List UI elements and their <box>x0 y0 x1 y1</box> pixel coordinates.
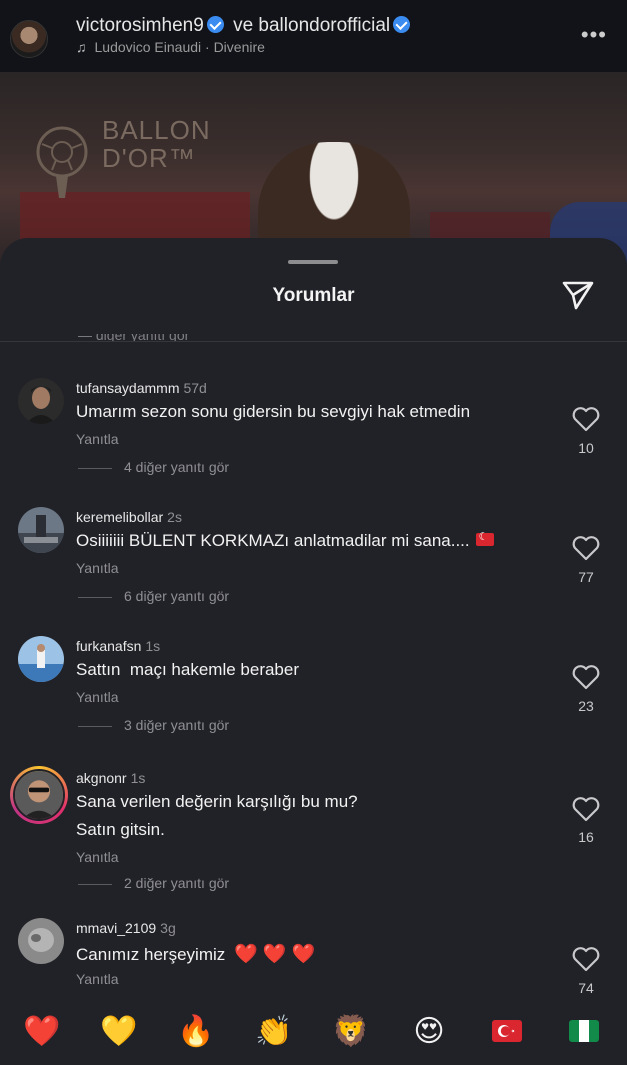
sheet-title: Yorumlar <box>272 285 355 306</box>
comment-username[interactable]: furkanafsn <box>76 638 141 654</box>
comment-text: Umarım sezon sonu gidersin bu sevgiyi ha… <box>76 402 471 421</box>
avatar[interactable] <box>18 918 64 964</box>
more-horizontal-icon[interactable]: ••• <box>581 22 607 48</box>
music-info[interactable]: ♫ Ludovico Einaudi · Divenire <box>76 39 265 55</box>
like-count: 74 <box>578 980 594 996</box>
avatar-story-ring[interactable] <box>10 766 68 824</box>
comment-text-line: Sana verilen değerin karşılığı bu mu? <box>76 792 358 811</box>
reel-header: victorosimhen9 ve ballondorofficial ♫ Lud… <box>0 0 627 72</box>
comment-time: 1s <box>145 638 161 654</box>
like-count: 10 <box>578 440 594 456</box>
like-count: 16 <box>578 829 594 845</box>
reel-authors[interactable]: victorosimhen9 ve ballondorofficial <box>76 15 414 37</box>
flag-turkey-icon[interactable] <box>492 1020 522 1042</box>
reply-button[interactable]: Yanıtla <box>76 971 119 987</box>
avatar[interactable] <box>18 636 64 682</box>
view-more-replies-label: 4 diğer yanıtı gör <box>124 459 230 475</box>
comment-username[interactable]: tufansaydammm <box>76 380 179 396</box>
emoji-reaction-bar: ❤️ 💛 🔥 👏 🦁 😍 <box>0 1000 627 1065</box>
view-more-replies[interactable]: 6 diğer yanıtı gör <box>78 588 229 604</box>
comment-time: 3g <box>160 920 176 936</box>
comment-header: mmavi_2109 3g <box>76 920 176 936</box>
view-more-replies[interactable]: 2 diğer yanıtı gör <box>78 875 229 891</box>
comment-username[interactable]: mmavi_2109 <box>76 920 156 936</box>
music-note-icon: ♫ <box>76 39 87 55</box>
sheet-drag-handle[interactable] <box>288 260 338 264</box>
comment-text: Osiiiiiii BÜLENT KORKMAZı anlatmadilar m… <box>76 530 494 551</box>
logo-text-line: D'OR™ <box>102 143 196 173</box>
verified-badge-icon <box>206 16 224 33</box>
red-heart-emoji: ❤️ ❤️ ❤️ <box>234 944 316 965</box>
comment-header: keremelibollar 2s <box>76 509 182 525</box>
like-count: 23 <box>578 698 594 714</box>
author-username[interactable]: victorosimhen9 <box>76 15 204 36</box>
heart-eyes-emoji-button[interactable]: 😍 <box>409 1012 449 1052</box>
ballon-dor-logo-icon <box>36 126 88 198</box>
comment-text-line: Canımız herşeyimiz <box>76 945 226 964</box>
divider <box>78 883 112 885</box>
reply-button[interactable]: Yanıtla <box>76 431 119 447</box>
comment-text-line: Osiiiiiii BÜLENT KORKMAZı anlatmadilar m… <box>76 531 470 550</box>
avatar[interactable] <box>18 378 64 424</box>
comment-header: furkanafsn 1s <box>76 638 160 654</box>
divider <box>78 725 112 727</box>
profile-avatar[interactable] <box>10 20 48 58</box>
music-title: Ludovico Einaudi · Divenire <box>94 39 265 55</box>
author-connector: ve <box>233 15 254 36</box>
comment-text: Sattın maçı hakemle beraber <box>76 660 300 679</box>
divider <box>78 467 112 469</box>
clapping-emoji-button[interactable]: 👏 <box>254 1012 294 1052</box>
yellow-heart-emoji-button[interactable]: 💛 <box>99 1012 139 1052</box>
lion-emoji-button[interactable]: 🦁 <box>331 1012 371 1052</box>
divider <box>78 596 112 598</box>
reply-button[interactable]: Yanıtla <box>76 560 119 576</box>
comment-username[interactable]: keremelibollar <box>76 509 163 525</box>
comments-sheet: Yorumlar — diğer yanıtı gör tufansaydamm… <box>0 238 627 1065</box>
heart-icon[interactable] <box>572 406 600 432</box>
view-more-replies-label: 6 diğer yanıtı gör <box>124 588 230 604</box>
fire-emoji-button[interactable]: 🔥 <box>176 1012 216 1052</box>
reply-button[interactable]: Yanıtla <box>76 689 119 705</box>
verified-badge-icon <box>393 16 411 33</box>
comment-username[interactable]: akgnonr <box>76 770 127 786</box>
view-more-replies[interactable]: 4 diğer yanıtı gör <box>78 459 229 475</box>
view-more-replies-label: 2 diğer yanıtı gör <box>124 875 230 891</box>
view-more-replies-label: 3 diğer yanıtı gör <box>124 717 230 733</box>
comment-header: akgnonr 1s <box>76 770 145 786</box>
like-count: 77 <box>578 569 594 585</box>
flag-nigeria-icon[interactable] <box>569 1020 599 1042</box>
reply-button[interactable]: Yanıtla <box>76 849 119 865</box>
red-heart-emoji-button[interactable]: ❤️ <box>22 1012 62 1052</box>
heart-icon[interactable] <box>572 535 600 561</box>
heart-icon[interactable] <box>572 664 600 690</box>
comment-text-line: Satın gitsin. <box>76 820 165 839</box>
coauthor-username[interactable]: ballondorofficial <box>258 15 390 36</box>
comment-text: Canımız herşeyimiz ❤️ ❤️ ❤️ <box>76 942 316 966</box>
heart-icon[interactable] <box>572 796 600 822</box>
view-more-replies[interactable]: 3 diğer yanıtı gör <box>78 717 229 733</box>
share-icon[interactable] <box>560 278 596 312</box>
logo-text-line: BALLON <box>102 115 211 145</box>
heart-icon[interactable] <box>572 946 600 972</box>
comment-time: 2s <box>167 509 182 525</box>
comment-time: 57d <box>183 380 207 396</box>
ballon-dor-logo-text: BALLON D'OR™ <box>102 116 211 172</box>
comment-header: tufansaydammm 57d <box>76 380 207 396</box>
avatar[interactable] <box>18 507 64 553</box>
divider <box>0 341 627 342</box>
comment-time: 1s <box>130 770 146 786</box>
flag-turkey-icon <box>475 530 494 546</box>
